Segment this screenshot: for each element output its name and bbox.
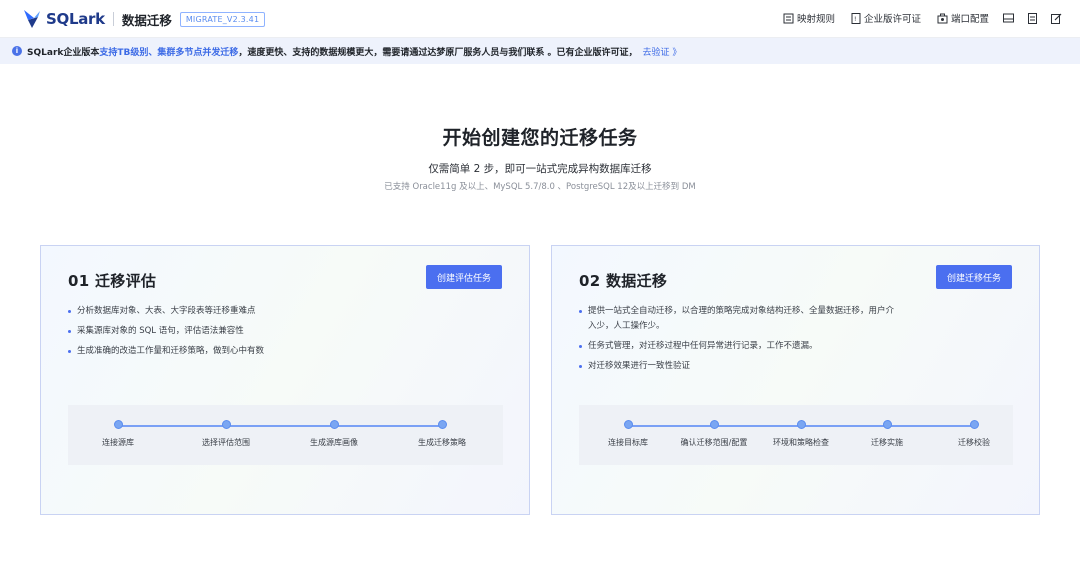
step-dot (221, 420, 231, 429)
step: 连接源库 (68, 420, 168, 448)
verify-link[interactable]: 去验证 》 (643, 45, 682, 58)
step: 环境和策略检查 (751, 420, 851, 448)
edit-button[interactable] (1051, 13, 1062, 24)
step-label: 迁移实施 (871, 438, 903, 447)
license-label: 企业版许可证 (863, 14, 921, 25)
step-label: 生成迁移策略 (418, 438, 466, 447)
step: 连接目标库 (578, 420, 678, 448)
version-badge: MIGRATE_V2.3.41 (179, 11, 266, 27)
notice-banner: i SQLark企业版本 支持TB级别、集群多节点并发迁移 ，速度更快、支持的数… (0, 38, 1080, 64)
mapping-rules-button[interactable]: 映射规则 (783, 11, 835, 25)
migration-card-title: 02 数据迁移 (579, 272, 668, 290)
step-dot (437, 420, 447, 429)
edit-icon (1051, 13, 1062, 24)
logo[interactable]: SQLark 数据迁移 MIGRATE_V2.3.41 (22, 8, 266, 30)
step-label: 确认迁移范围/配置 (680, 438, 748, 447)
feature-item: 分析数据库对象、大表、大字段表等迁移重难点 (68, 304, 388, 319)
migration-features: 提供一站式全自动迁移，以合理的策略完成对象结构迁移、全量数据迁移，用户介入少，人… (579, 304, 899, 379)
step: 生成源库画像 (284, 420, 384, 448)
top-bar: SQLark 数据迁移 MIGRATE_V2.3.41 映射规则 ! 企业版许可… (0, 0, 1080, 38)
step: 迁移实施 (837, 420, 937, 448)
banner-text: ，速度更快、支持的数据规模更大，需要请通过达梦原厂服务人员与我们联系 。已有企业… (238, 47, 638, 58)
step-dot (882, 420, 892, 429)
feature-item: 任务式管理，对迁移过程中任何异常进行记录，工作不遗漏。 (579, 339, 899, 354)
feature-item: 对迁移效果进行一致性验证 (579, 359, 899, 374)
step-dot (329, 420, 339, 429)
step: 选择评估范围 (176, 420, 276, 448)
mapping-rules-label: 映射规则 (796, 14, 835, 25)
feature-item: 生成准确的改造工作量和迁移策略，做到心中有数 (68, 344, 388, 359)
create-assessment-button[interactable]: 创建评估任务 (425, 265, 502, 289)
license-button[interactable]: ! 企业版许可证 (851, 11, 921, 25)
feature-item: 提供一站式全自动迁移，以合理的策略完成对象结构迁移、全量数据迁移，用户介入少，人… (579, 304, 899, 334)
step-dot (709, 420, 719, 429)
mapping-rules-icon (783, 13, 794, 23)
step-label: 连接源库 (102, 438, 134, 447)
migration-card: 02 数据迁移 创建迁移任务 提供一站式全自动迁移，以合理的策略完成对象结构迁移… (551, 245, 1040, 515)
banner-prefix: SQLark企业版本 (27, 47, 100, 58)
step: 确认迁移范围/配置 (664, 420, 764, 448)
document-button[interactable] (1028, 12, 1037, 24)
page-subtitle: 仅需简单 2 步，即可一站式完成异构数据库迁移 (428, 163, 652, 175)
step-label: 连接目标库 (608, 438, 648, 447)
assessment-card-title: 01 迁移评估 (68, 272, 157, 290)
svg-text:!: ! (854, 16, 856, 23)
port-config-button[interactable]: 端口配置 (937, 11, 989, 25)
page-title: 开始创建您的迁移任务 (442, 127, 638, 149)
assessment-features: 分析数据库对象、大表、大字段表等迁移重难点 采集源库对象的 SQL 语句，评估语… (68, 304, 388, 364)
header-actions: 映射规则 ! 企业版许可证 端口配置 (767, 11, 1062, 25)
create-migration-button[interactable]: 创建迁移任务 (935, 265, 1012, 289)
port-config-label: 端口配置 (950, 14, 989, 25)
support-note: 已支持 Oracle11g 及以上、MySQL 5.7/8.0 、Postgre… (384, 182, 696, 192)
step-dot (623, 420, 633, 429)
info-icon: i (12, 46, 22, 56)
step-dot (969, 420, 979, 429)
banner-highlight: 支持TB级别、集群多节点并发迁移 (99, 47, 239, 58)
storage-icon (1003, 13, 1014, 23)
sqlark-logo-icon (22, 8, 42, 30)
step: 迁移校验 (924, 420, 1024, 448)
step-label: 迁移校验 (958, 438, 990, 447)
assessment-card: 01 迁移评估 创建评估任务 分析数据库对象、大表、大字段表等迁移重难点 采集源… (40, 245, 530, 515)
step-label: 环境和策略检查 (773, 438, 829, 447)
step-label: 选择评估范围 (202, 438, 250, 447)
logo-divider (112, 12, 114, 26)
document-icon (1028, 12, 1037, 24)
port-config-icon (937, 13, 948, 23)
migration-steps: 连接目标库 确认迁移范围/配置 环境和策略检查 迁移实施 迁移校验 (579, 405, 1013, 465)
step: 生成迁移策略 (392, 420, 492, 448)
storage-button[interactable] (1003, 13, 1014, 23)
logo-text: SQLark (46, 10, 105, 28)
assessment-steps: 连接源库 选择评估范围 生成源库画像 生成迁移策略 (68, 405, 503, 465)
product-name: 数据迁移 (121, 12, 172, 28)
step-label: 生成源库画像 (310, 438, 358, 447)
step-dot (113, 420, 123, 429)
license-icon: ! (851, 12, 861, 24)
feature-item: 采集源库对象的 SQL 语句，评估语法兼容性 (68, 324, 388, 339)
step-dot (796, 420, 806, 429)
